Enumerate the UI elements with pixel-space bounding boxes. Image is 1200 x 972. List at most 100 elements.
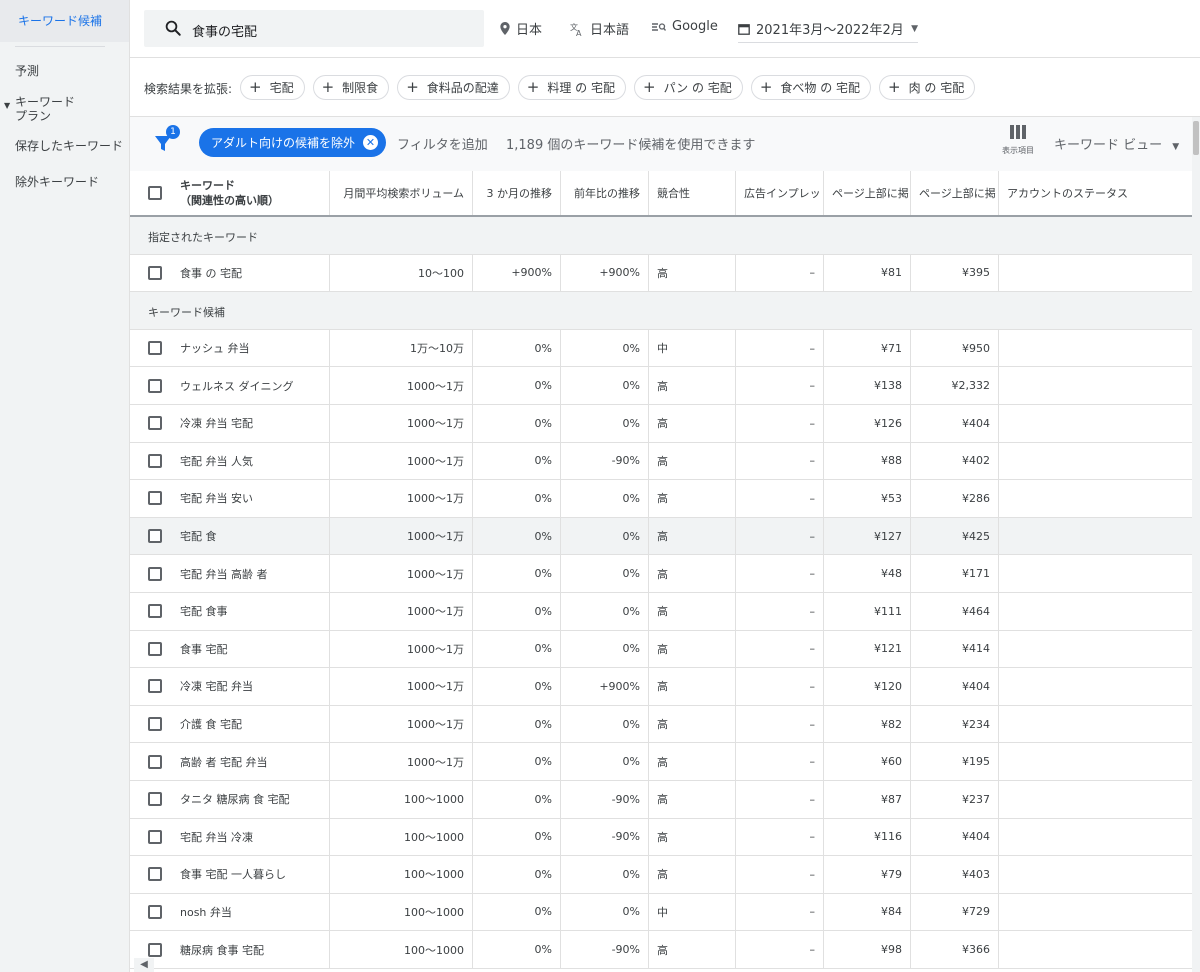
row-checkbox[interactable] <box>148 904 162 919</box>
low-bid-cell: ¥87 <box>824 780 911 818</box>
expand-chip[interactable]: + 肉 の 宅配 <box>879 75 976 100</box>
competition-cell: 高 <box>649 931 736 968</box>
row-checkbox[interactable] <box>148 341 162 356</box>
row-checkbox[interactable] <box>148 416 162 431</box>
table-row[interactable]: 高齢 者 宅配 弁当 1000～1万 0% 0% 高 – ¥60 ¥195 <box>130 743 1192 781</box>
row-checkbox[interactable] <box>148 679 162 694</box>
table-row[interactable]: 食事 の 宅配 10～100 +900% +900% 高 – ¥81 ¥395 <box>130 254 1192 293</box>
table-row[interactable]: nosh 弁当 100～1000 0% 0% 中 – ¥84 ¥729 <box>130 893 1192 932</box>
table-row[interactable]: 冷凍 宅配 弁当 1000～1万 0% +900% 高 – ¥120 ¥404 <box>130 668 1192 706</box>
keyword-cell: ウェルネス ダイニング <box>172 367 330 404</box>
header-account-status[interactable]: アカウントのステータス <box>999 171 1192 215</box>
header-volume[interactable]: 月間平均検索ボリューム <box>330 171 473 215</box>
expand-chip[interactable]: + 制限食 <box>312 75 390 100</box>
sidebar-item-keyword-plan[interactable]: ▼ キーワード プラン <box>0 93 129 125</box>
table-row[interactable]: 宅配 食 1000～1万 0% 0% 高 – ¥127 ¥425 <box>130 517 1192 556</box>
location-pin-icon <box>500 22 510 35</box>
volume-cell: 100～1000 <box>330 780 473 818</box>
scroll-left-arrow-icon[interactable]: ◀ <box>134 958 154 972</box>
header-low-bid[interactable]: ページ上部に掲 <box>824 171 911 215</box>
expand-chip[interactable]: + 食料品の配達 <box>397 75 510 100</box>
account-status-cell <box>999 555 1192 592</box>
expand-chip[interactable]: + 料理 の 宅配 <box>517 75 626 100</box>
sidebar-item-saved-keywords[interactable]: 保存したキーワード <box>0 136 129 156</box>
low-bid-cell: ¥111 <box>824 592 911 630</box>
vertical-scrollbar[interactable] <box>1192 117 1200 972</box>
impression-cell: – <box>736 893 824 931</box>
three-month-cell: 0% <box>473 818 561 856</box>
row-checkbox[interactable] <box>148 717 162 732</box>
yoy-cell: 0% <box>561 705 649 743</box>
sidebar-item-negative-keywords[interactable]: 除外キーワード <box>0 172 129 192</box>
language-selector[interactable]: 文A 日本語 <box>570 19 629 39</box>
table-row[interactable]: 冷凍 弁当 宅配 1000～1万 0% 0% 高 – ¥126 ¥404 <box>130 404 1192 443</box>
sidebar-item-keyword-ideas[interactable]: キーワード候補 <box>0 0 129 42</box>
volume-cell: 100～1000 <box>330 931 473 968</box>
header-keyword[interactable]: キーワード （関連性の高い順） <box>172 171 330 215</box>
table-row[interactable]: 宅配 食事 1000～1万 0% 0% 高 – ¥111 ¥464 <box>130 592 1192 631</box>
row-checkbox[interactable] <box>148 265 162 280</box>
row-checkbox[interactable] <box>148 604 162 619</box>
yoy-cell: +900% <box>561 254 649 292</box>
expand-chip[interactable]: + パン の 宅配 <box>634 75 743 100</box>
table-row[interactable]: タニタ 糖尿病 食 宅配 100～1000 0% -90% 高 – ¥87 ¥237 <box>130 780 1192 819</box>
row-checkbox[interactable] <box>148 829 162 844</box>
expand-chip[interactable]: + 食べ物 の 宅配 <box>750 75 872 100</box>
high-bid-cell: ¥237 <box>911 780 999 818</box>
expand-chip[interactable]: + 宅配 <box>240 75 305 100</box>
scrollbar-thumb[interactable] <box>1193 121 1199 155</box>
competition-cell: 高 <box>649 705 736 743</box>
date-range-selector[interactable]: 2021年3月～2022年2月 ▼ <box>738 19 918 43</box>
location-selector[interactable]: 日本 <box>500 19 542 38</box>
close-icon[interactable]: ✕ <box>363 135 379 150</box>
table-row[interactable]: ナッシュ 弁当 1万～10万 0% 0% 中 – ¥71 ¥950 <box>130 329 1192 368</box>
competition-cell: 高 <box>649 818 736 856</box>
three-month-cell: 0% <box>473 329 561 367</box>
table-row[interactable]: 宅配 弁当 冷凍 100～1000 0% -90% 高 – ¥116 ¥404 <box>130 818 1192 857</box>
row-checkbox[interactable] <box>148 942 162 957</box>
table-row[interactable]: ウェルネス ダイニング 1000～1万 0% 0% 高 – ¥138 ¥2,332 <box>130 367 1192 405</box>
idea-rows: ナッシュ 弁当 1万～10万 0% 0% 中 – ¥71 ¥950 ウェルネス ダイニング 100… <box>130 329 1192 969</box>
header-yoy[interactable]: 前年比の推移 <box>561 171 649 215</box>
account-status-cell <box>999 631 1192 668</box>
keyword-view-selector[interactable]: キーワード ビュー ▼ <box>1054 134 1179 153</box>
search-input[interactable]: 食事の宅配 <box>144 10 484 47</box>
row-checkbox[interactable] <box>148 453 162 468</box>
row-checkbox[interactable] <box>148 529 162 544</box>
table-row[interactable]: 宅配 弁当 人気 1000～1万 0% -90% 高 – ¥88 ¥402 <box>130 442 1192 481</box>
header-three-month[interactable]: 3 か月の推移 <box>473 171 561 215</box>
row-checkbox[interactable] <box>148 641 162 656</box>
header-high-bid[interactable]: ページ上部に掲 <box>911 171 999 215</box>
table-row[interactable]: 糖尿病 食事 宅配 100～1000 0% -90% 高 – ¥98 ¥366 <box>130 931 1192 969</box>
table-row[interactable]: 宅配 弁当 安い 1000～1万 0% 0% 高 – ¥53 ¥286 <box>130 480 1192 518</box>
table-row[interactable]: 介護 食 宅配 1000～1万 0% 0% 高 – ¥82 ¥234 <box>130 705 1192 744</box>
add-filter-button[interactable]: フィルタを追加 <box>397 134 488 153</box>
row-checkbox[interactable] <box>148 754 162 769</box>
table-header-row: キーワード （関連性の高い順） 月間平均検索ボリューム 3 か月の推移 前年比の… <box>130 171 1192 217</box>
volume-cell: 1000～1万 <box>330 404 473 442</box>
sidebar-item-forecast[interactable]: 予測 <box>0 61 129 81</box>
table-row[interactable]: 食事 宅配 一人暮らし 100～1000 0% 0% 高 – ¥79 ¥403 <box>130 856 1192 894</box>
table-row[interactable]: 食事 宅配 1000～1万 0% 0% 高 – ¥121 ¥414 <box>130 630 1192 669</box>
keyword-cell: 冷凍 弁当 宅配 <box>172 404 330 442</box>
header-impression-share[interactable]: 広告インプレッ <box>736 171 824 215</box>
header-competition[interactable]: 競合性 <box>649 171 736 215</box>
table-row[interactable]: 宅配 弁当 高齢 者 1000～1万 0% 0% 高 – ¥48 ¥171 <box>130 555 1192 593</box>
impression-cell: – <box>736 442 824 480</box>
select-all-checkbox[interactable] <box>148 186 162 200</box>
row-checkbox[interactable] <box>148 867 162 882</box>
row-checkbox[interactable] <box>148 566 162 581</box>
row-checkbox[interactable] <box>148 378 162 393</box>
account-status-cell <box>999 443 1192 480</box>
volume-cell: 1000～1万 <box>330 743 473 780</box>
columns-button[interactable]: 表示項目 <box>998 125 1038 156</box>
columns-label: 表示項目 <box>1002 146 1034 155</box>
search-icon <box>165 20 181 36</box>
row-checkbox[interactable] <box>148 491 162 506</box>
network-selector[interactable]: Google <box>652 19 718 34</box>
adult-filter-chip[interactable]: アダルト向けの候補を除外 ✕ <box>199 128 387 157</box>
account-status-cell <box>999 931 1192 968</box>
row-checkbox[interactable] <box>148 792 162 807</box>
yoy-cell: 0% <box>561 893 649 931</box>
calendar-icon <box>738 23 750 35</box>
